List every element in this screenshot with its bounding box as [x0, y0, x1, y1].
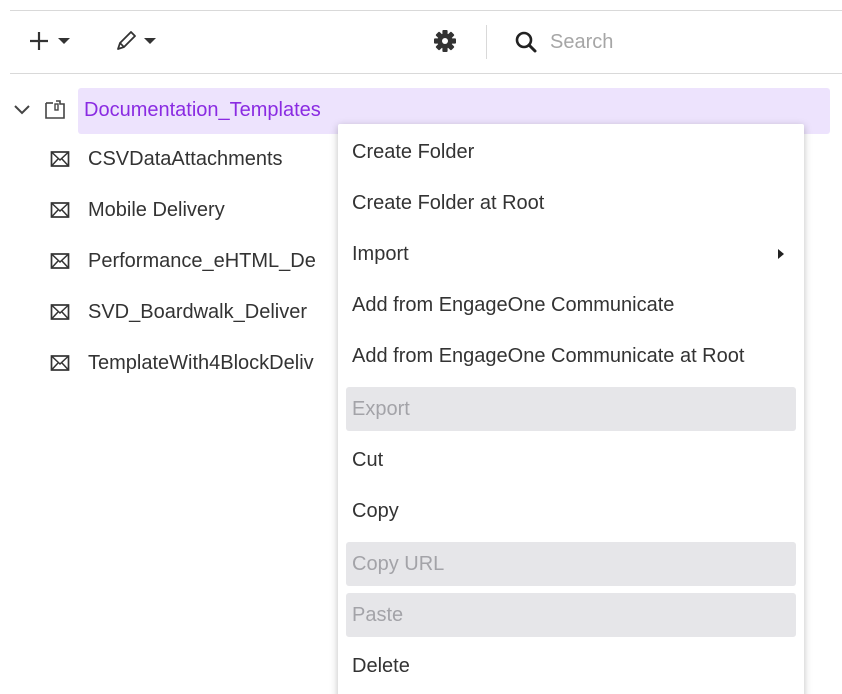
menu-item-label: Add from EngageOne Communicate	[352, 293, 675, 316]
mail-icon	[50, 253, 70, 269]
mail-icon	[50, 304, 70, 320]
menu-item-label: Import	[352, 242, 409, 265]
menu-item-paste: Paste	[346, 593, 796, 637]
toolbar-separator	[486, 25, 487, 59]
menu-item-label: Create Folder	[352, 140, 475, 163]
context-menu: Create Folder Create Folder at Root Impo…	[338, 124, 804, 694]
tree-item-label: Performance_eHTML_De	[88, 249, 316, 272]
menu-item-label: Copy URL	[352, 552, 445, 575]
menu-item-export: Export	[346, 387, 796, 431]
toolbar	[0, 0, 842, 74]
tree-item-label: Mobile Delivery	[88, 198, 225, 221]
menu-item-copy-url: Copy URL	[346, 542, 796, 586]
tree-item[interactable]: Performance_eHTML_De	[50, 236, 350, 286]
tree-item-label: CSVDataAttachments	[88, 147, 283, 170]
menu-item-copy[interactable]: Copy	[346, 489, 796, 533]
chevron-down-icon[interactable]	[12, 100, 32, 120]
menu-item-create-folder-at-root[interactable]: Create Folder at Root	[346, 181, 796, 225]
menu-item-label: Paste	[352, 603, 404, 626]
menu-item-label: Create Folder at Root	[352, 191, 545, 214]
plus-dropdown-icon	[30, 32, 70, 50]
edit-menu-button[interactable]	[114, 26, 164, 56]
menu-item-create-folder[interactable]: Create Folder	[346, 130, 796, 174]
menu-item-label: Add from EngageOne Communicate at Root	[352, 344, 745, 367]
search-icon	[515, 31, 537, 53]
tree-item-label: TemplateWith4BlockDeliv	[88, 351, 314, 374]
tree-item[interactable]: CSVDataAttachments	[50, 134, 350, 184]
menu-item-label: Copy	[352, 499, 399, 522]
tree-item[interactable]: SVD_Boardwalk_Deliver	[50, 287, 350, 337]
search-box[interactable]	[514, 26, 834, 58]
toolbar-bottom-divider	[10, 73, 842, 74]
mail-icon	[50, 151, 70, 167]
mail-icon	[50, 202, 70, 218]
gear-icon	[434, 30, 456, 52]
tree-item[interactable]: Mobile Delivery	[50, 185, 350, 235]
tree-item[interactable]: TemplateWith4BlockDeliv	[50, 338, 350, 388]
toolbar-top-divider	[10, 10, 842, 11]
menu-item-add-from-engageone-at-root[interactable]: Add from EngageOne Communicate at Root	[346, 334, 796, 378]
menu-item-delete[interactable]: Delete	[346, 644, 796, 688]
submenu-arrow-icon	[778, 249, 784, 259]
tree-item-label: SVD_Boardwalk_Deliver	[88, 300, 307, 323]
tree-root-label: Documentation_Templates	[84, 99, 321, 121]
menu-item-label: Delete	[352, 654, 410, 677]
menu-item-cut[interactable]: Cut	[346, 438, 796, 482]
pencil-dropdown-icon	[117, 31, 156, 50]
folder-icon	[45, 100, 65, 119]
settings-button[interactable]	[432, 26, 458, 56]
menu-item-import[interactable]: Import	[346, 232, 796, 276]
search-input[interactable]	[550, 30, 810, 54]
menu-item-label: Cut	[352, 448, 384, 471]
menu-item-add-from-engageone[interactable]: Add from EngageOne Communicate	[346, 283, 796, 327]
menu-item-label: Export	[352, 397, 410, 420]
add-menu-button[interactable]	[28, 26, 78, 56]
mail-icon	[50, 355, 70, 371]
